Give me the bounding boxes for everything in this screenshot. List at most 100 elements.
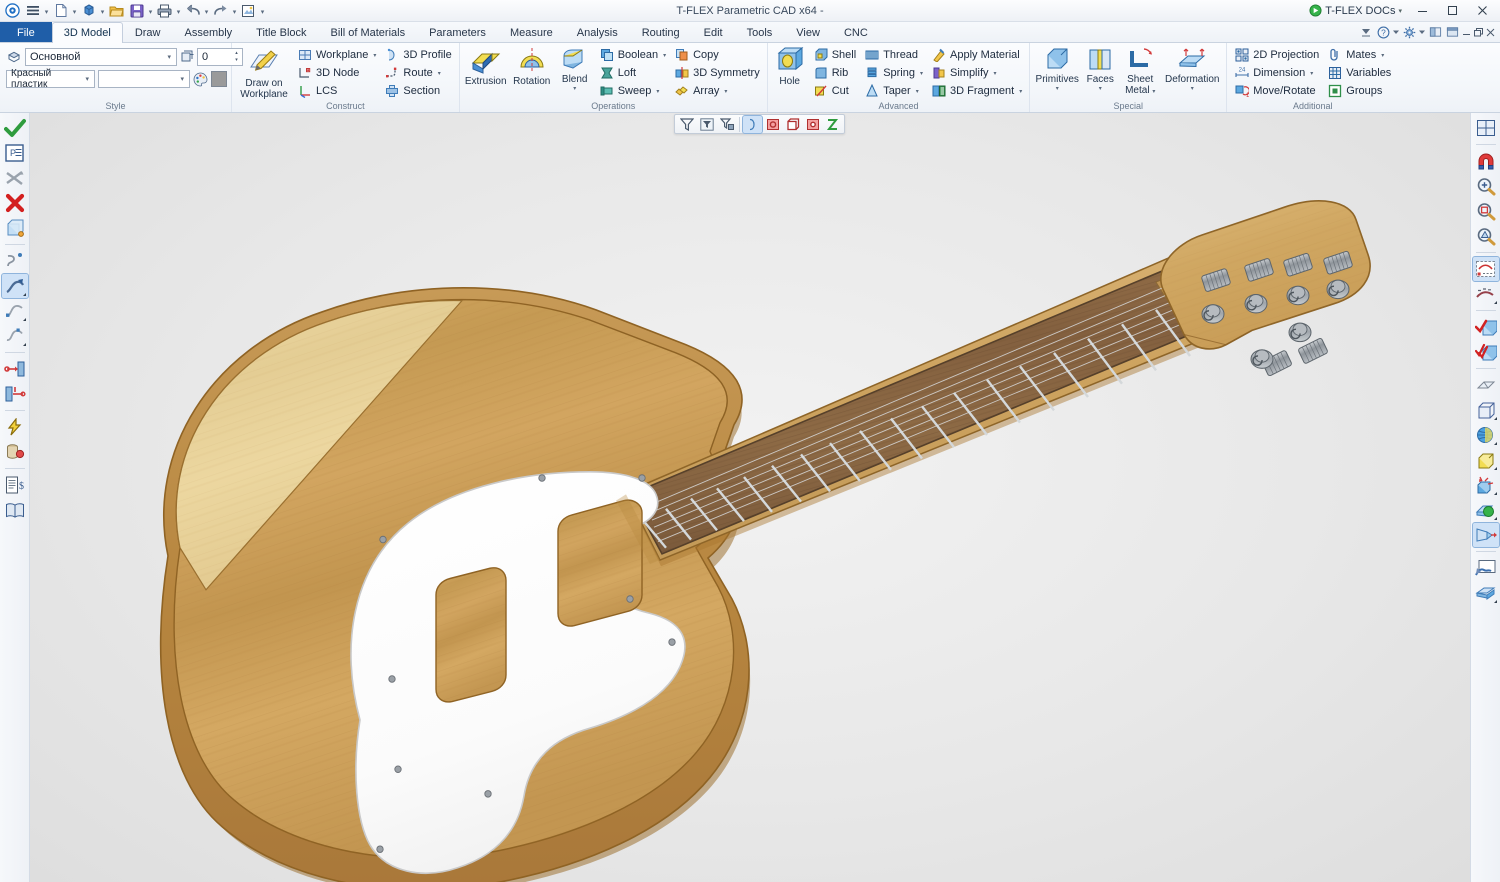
workplane-button[interactable]: Workplane ▾: [294, 46, 379, 64]
save-dropdown-icon[interactable]: ▾: [147, 1, 154, 20]
route-button[interactable]: Route ▾: [381, 64, 454, 82]
deformation-caret-icon[interactable]: ▾: [1191, 86, 1194, 92]
curve-edit-icon[interactable]: [0, 273, 29, 299]
undo-dropdown-icon[interactable]: ▾: [203, 1, 210, 20]
help-dropdown-icon[interactable]: [1392, 24, 1400, 41]
deformation-button[interactable]: Deformation ▾: [1162, 45, 1222, 92]
tab-parameters[interactable]: Parameters: [417, 22, 498, 42]
new-3d-model-icon[interactable]: [79, 1, 98, 20]
dropdown-corner-icon[interactable]: [1493, 442, 1497, 445]
wireframe-box-icon[interactable]: [1473, 398, 1499, 422]
material-sphere-icon[interactable]: [1473, 498, 1499, 522]
style-combo[interactable]: ▾: [98, 70, 190, 88]
taper-button[interactable]: Taper ▾: [861, 82, 926, 100]
grid-view-icon[interactable]: [1473, 116, 1499, 140]
curve-node-icon[interactable]: [2, 299, 28, 323]
apply-material-button[interactable]: Apply Material: [928, 46, 1025, 64]
restore-doc-icon[interactable]: [1473, 24, 1484, 41]
dropdown-corner-icon[interactable]: [1493, 301, 1497, 304]
check-solid-2-icon[interactable]: [1473, 340, 1499, 364]
preview-icon[interactable]: [239, 1, 258, 20]
simplify-button[interactable]: Simplify ▾: [928, 64, 1025, 82]
lcs-button[interactable]: LCS: [294, 82, 379, 100]
properties-icon[interactable]: P: [2, 141, 28, 165]
camera-view-icon[interactable]: [1473, 581, 1499, 605]
thread-button[interactable]: Thread: [861, 46, 926, 64]
background-icon[interactable]: [1473, 556, 1499, 580]
print-dropdown-icon[interactable]: ▾: [175, 1, 182, 20]
2d-projection-button[interactable]: 2D Projection: [1231, 46, 1322, 64]
dropdown-corner-icon[interactable]: [1493, 467, 1497, 470]
minimize-button[interactable]: [1408, 1, 1436, 21]
faces-button[interactable]: Faces ▾: [1082, 45, 1118, 92]
pin-ribbon-icon[interactable]: [1427, 24, 1443, 41]
section-button[interactable]: Section: [381, 82, 454, 100]
help-icon[interactable]: ?: [1375, 24, 1391, 41]
lighting-icon[interactable]: [1473, 473, 1499, 497]
new-3d-model-dropdown-icon[interactable]: ▾: [99, 1, 106, 20]
close-button[interactable]: [1468, 1, 1496, 21]
zoom-in-icon[interactable]: [1473, 174, 1499, 198]
tab-tools[interactable]: Tools: [735, 22, 785, 42]
3d-profile-button[interactable]: 3D Profile: [381, 46, 454, 64]
primitives-button[interactable]: Primitives ▾: [1034, 45, 1080, 92]
spline-icon[interactable]: [2, 249, 28, 273]
separate-icon[interactable]: [2, 166, 28, 190]
material-can-icon[interactable]: [2, 440, 28, 464]
faces-caret-icon[interactable]: ▾: [1099, 86, 1102, 92]
dropdown-corner-icon[interactable]: [1493, 600, 1497, 603]
layer-combo[interactable]: Основной ▾: [25, 48, 177, 66]
dropdown-corner-icon[interactable]: [1493, 492, 1497, 495]
perspective-icon[interactable]: [1471, 522, 1500, 548]
sweep-button[interactable]: Sweep ▾: [596, 82, 669, 100]
tab-routing[interactable]: Routing: [630, 22, 692, 42]
select-curve-icon[interactable]: [1473, 282, 1499, 306]
hole-button[interactable]: Hole: [772, 45, 808, 88]
dimension-button[interactable]: 24 Dimension ▾: [1231, 64, 1322, 82]
tflex-docs-button[interactable]: T-FLEX DOCs ▾: [1305, 3, 1406, 18]
tab-analysis[interactable]: Analysis: [565, 22, 630, 42]
flat-shade-icon[interactable]: [1473, 373, 1499, 397]
check-solid-icon[interactable]: [1473, 315, 1499, 339]
maximize-button[interactable]: [1438, 1, 1466, 21]
app-menu-icon[interactable]: [3, 1, 22, 20]
magnet-snap-icon[interactable]: [1473, 149, 1499, 173]
mates-button[interactable]: Mates ▾: [1324, 46, 1394, 64]
move-rotate-button[interactable]: 1 Move/Rotate: [1231, 82, 1322, 100]
redo-dropdown-icon[interactable]: ▾: [231, 1, 238, 20]
dropdown-corner-icon[interactable]: [22, 343, 26, 346]
color-swatch[interactable]: [211, 71, 227, 87]
ribbon-options-icon[interactable]: [1358, 24, 1374, 41]
loft-button[interactable]: Loft: [596, 64, 669, 82]
rotation-button[interactable]: Rotation: [510, 45, 554, 88]
save-icon[interactable]: [127, 1, 146, 20]
open-folder-icon[interactable]: [107, 1, 126, 20]
rib-button[interactable]: Rib: [810, 64, 859, 82]
tab-cnc[interactable]: CNC: [832, 22, 880, 42]
3d-viewport[interactable]: [30, 113, 1470, 882]
color-palette-icon[interactable]: [193, 72, 208, 87]
customize-qat-icon[interactable]: ▾: [259, 1, 266, 20]
dropdown-corner-icon[interactable]: [1493, 417, 1497, 420]
tab-bill-of-materials[interactable]: Bill of Materials: [319, 22, 418, 42]
accept-check-icon[interactable]: [2, 116, 28, 140]
cancel-x-icon[interactable]: [2, 191, 28, 215]
dropdown-corner-icon[interactable]: [1493, 517, 1497, 520]
blend-caret-icon[interactable]: ▾: [573, 86, 576, 92]
shell-button[interactable]: Shell: [810, 46, 859, 64]
transparent-box-icon[interactable]: [2, 216, 28, 240]
tab-3d-model[interactable]: 3D Model: [51, 22, 123, 43]
curve-point-icon[interactable]: [2, 324, 28, 348]
tab-title-block[interactable]: Title Block: [244, 22, 318, 42]
minimize-doc-icon[interactable]: [1461, 24, 1472, 41]
cut-button[interactable]: Cut: [810, 82, 859, 100]
spring-button[interactable]: Spring ▾: [861, 64, 926, 82]
select-all-icon[interactable]: [1471, 256, 1500, 282]
draw-on-workplane-button[interactable]: Draw on Workplane: [236, 45, 292, 100]
sheet-metal-caret-icon[interactable]: ▾: [1152, 89, 1155, 95]
array-button[interactable]: Array ▾: [671, 82, 763, 100]
zoom-window-icon[interactable]: [1473, 199, 1499, 223]
new-document-dropdown-icon[interactable]: ▾: [71, 1, 78, 20]
primitives-caret-icon[interactable]: ▾: [1056, 86, 1059, 92]
settings-dropdown-icon[interactable]: [1418, 24, 1426, 41]
